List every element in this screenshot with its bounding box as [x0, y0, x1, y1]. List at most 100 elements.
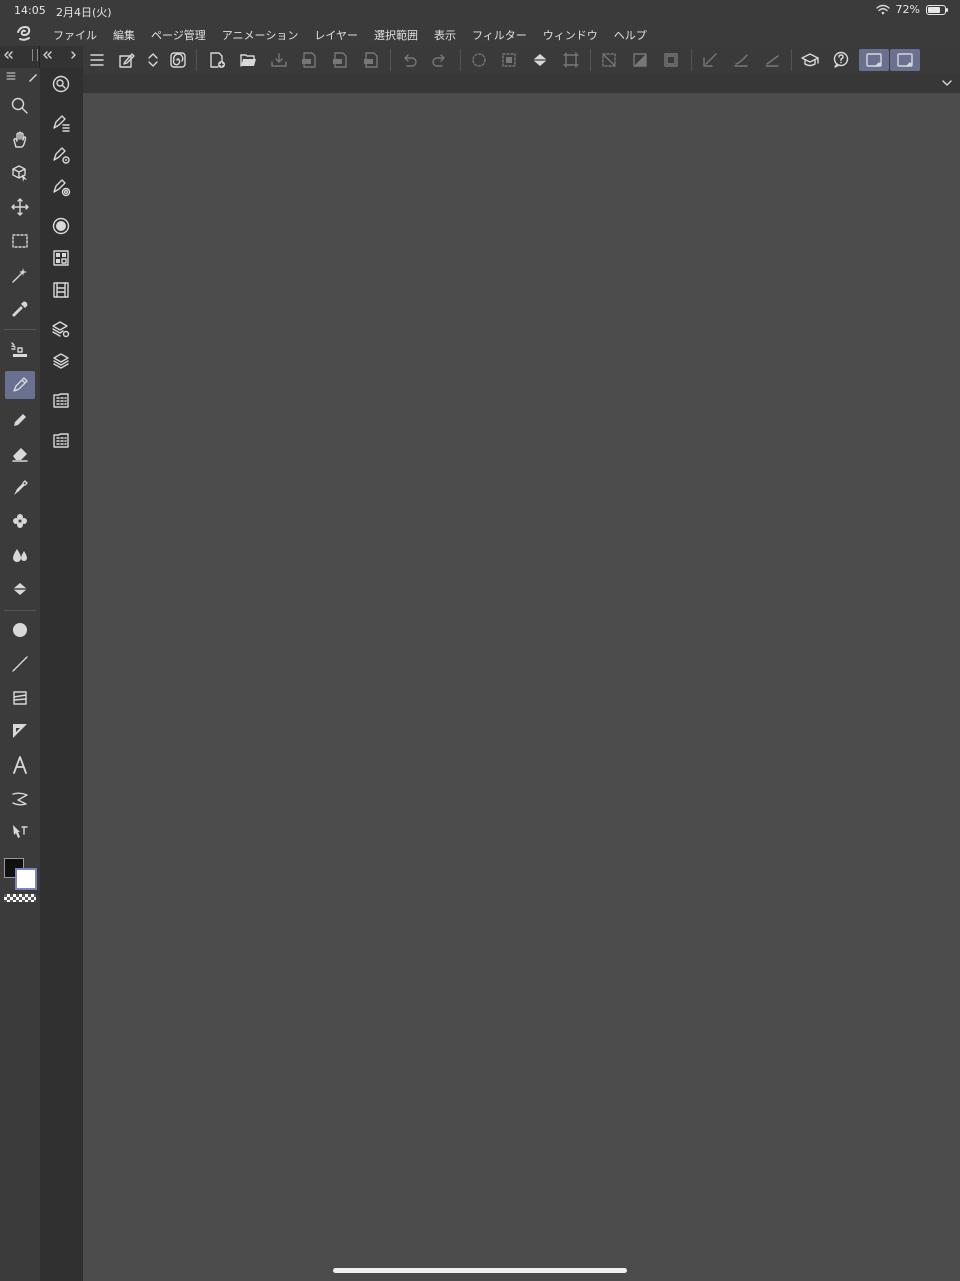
export-jpg-button[interactable] — [297, 49, 321, 71]
snap-ruler-icon — [703, 53, 717, 67]
clear-dashed-circle-icon — [472, 53, 486, 67]
hamburger-menu-button[interactable] — [85, 49, 109, 71]
material-button-2[interactable] — [48, 427, 74, 453]
canvas-area[interactable] — [83, 93, 960, 1281]
new-page-icon — [210, 52, 225, 68]
correct-line-tool[interactable] — [5, 818, 35, 846]
brush-size-button[interactable] — [48, 174, 74, 200]
decoration-tool[interactable] — [5, 507, 35, 535]
fill-button[interactable] — [528, 49, 552, 71]
new-file-button[interactable] — [205, 49, 229, 71]
figure-tool[interactable] — [5, 616, 35, 644]
clear-outside-button[interactable] — [497, 49, 521, 71]
snap-grid-button[interactable] — [760, 49, 784, 71]
sub-tool-button[interactable] — [48, 110, 74, 136]
chevron-down-icon[interactable] — [940, 76, 954, 90]
auto-select-tool[interactable] — [5, 261, 35, 289]
toolbar-separator — [691, 49, 692, 71]
toolbar-separator — [791, 49, 792, 71]
palette-menu-icon[interactable] — [6, 71, 16, 81]
text-layer-tool[interactable] — [5, 336, 35, 364]
menu-item[interactable]: 編集 — [113, 27, 135, 43]
navigator-button[interactable] — [48, 71, 74, 97]
select-all-button[interactable] — [659, 49, 683, 71]
export-psd-button[interactable] — [359, 49, 383, 71]
menu-item[interactable]: レイヤー — [314, 27, 358, 43]
eyedropper-icon — [12, 301, 28, 317]
redo-icon — [432, 54, 445, 67]
collapse-left-icon[interactable] — [2, 49, 14, 61]
invert-selection-button[interactable] — [628, 49, 652, 71]
deselect-button[interactable] — [597, 49, 621, 71]
redo-button[interactable] — [428, 49, 452, 71]
transform-button[interactable] — [559, 49, 583, 71]
edit-switch-button[interactable] — [115, 49, 139, 71]
save-tray-icon — [271, 53, 287, 67]
home-indicator[interactable] — [333, 1268, 627, 1273]
open-file-button[interactable] — [236, 49, 260, 71]
fill-tool[interactable] — [5, 575, 35, 603]
snap-special-ruler-button[interactable] — [729, 49, 753, 71]
balloon-tool[interactable] — [5, 785, 35, 813]
eraser-icon — [12, 448, 28, 462]
right-panel-toggle[interactable] — [890, 49, 920, 71]
menu-item[interactable]: ファイル — [53, 27, 97, 43]
pencil-tool[interactable] — [5, 406, 35, 434]
circle-shape-icon — [13, 623, 27, 637]
paint-bucket-icon — [13, 583, 27, 595]
ink-tool[interactable] — [5, 474, 35, 502]
sub-color-swatch[interactable] — [15, 868, 37, 890]
reorder-button[interactable] — [141, 49, 165, 71]
color-wheel-button[interactable] — [48, 213, 74, 239]
move-tool[interactable] — [5, 193, 35, 221]
eyedropper-tool[interactable] — [5, 295, 35, 323]
transparent-color-swatch[interactable] — [4, 894, 36, 902]
menu-item[interactable]: ヘルプ — [614, 27, 647, 43]
toolbar-separator — [460, 49, 461, 71]
text-tool[interactable] — [5, 751, 35, 779]
menu-item[interactable]: ページ管理 — [151, 27, 206, 43]
save-button[interactable] — [267, 49, 291, 71]
menu-item[interactable]: フィルター — [472, 27, 527, 43]
toolbox-separator — [4, 610, 36, 611]
layer-button[interactable] — [48, 348, 74, 374]
ruler-tool[interactable] — [5, 717, 35, 745]
timeline-button[interactable] — [48, 277, 74, 303]
correct-line-icon — [13, 825, 28, 838]
hand-tool[interactable] — [5, 126, 35, 154]
tool-property-button[interactable] — [48, 142, 74, 168]
hamburger-icon — [90, 54, 104, 66]
help-button[interactable] — [829, 49, 853, 71]
object-tool[interactable] — [5, 159, 35, 187]
eraser-tool[interactable] — [5, 440, 35, 468]
open-folder-icon — [240, 54, 256, 67]
tutorial-button[interactable] — [798, 49, 822, 71]
material-button-1[interactable] — [48, 387, 74, 413]
marquee-tool[interactable] — [5, 227, 35, 255]
fountain-pen-icon — [14, 480, 28, 495]
menu-item[interactable]: アニメーション — [222, 27, 299, 43]
material-folder-icon — [53, 393, 69, 408]
battery-percent: 72% — [895, 3, 920, 16]
menu-item[interactable]: 表示 — [434, 27, 456, 43]
blend-tool[interactable] — [5, 541, 35, 569]
left-panel-toggle[interactable] — [859, 49, 889, 71]
panel-grip[interactable] — [32, 49, 38, 61]
export-png-button[interactable] — [328, 49, 352, 71]
layer-property-button[interactable] — [48, 316, 74, 342]
menu-item[interactable]: ウィンドウ — [543, 27, 598, 43]
clear-button[interactable] — [467, 49, 491, 71]
pen-tool[interactable] — [5, 371, 35, 399]
line-tool[interactable] — [5, 650, 35, 678]
color-set-button[interactable] — [48, 245, 74, 271]
clip-studio-logo-icon[interactable] — [14, 24, 34, 44]
collapse-subpanel-icon[interactable] — [41, 49, 53, 61]
zoom-tool[interactable] — [5, 92, 35, 120]
expand-subpanel-icon[interactable] — [68, 49, 80, 61]
clip-studio-button[interactable] — [166, 49, 190, 71]
snap-ruler-button[interactable] — [698, 49, 722, 71]
menu-item[interactable]: 選択範囲 — [374, 27, 418, 43]
spiral-icon — [170, 52, 186, 68]
undo-button[interactable] — [397, 49, 421, 71]
frame-border-tool[interactable] — [5, 684, 35, 712]
